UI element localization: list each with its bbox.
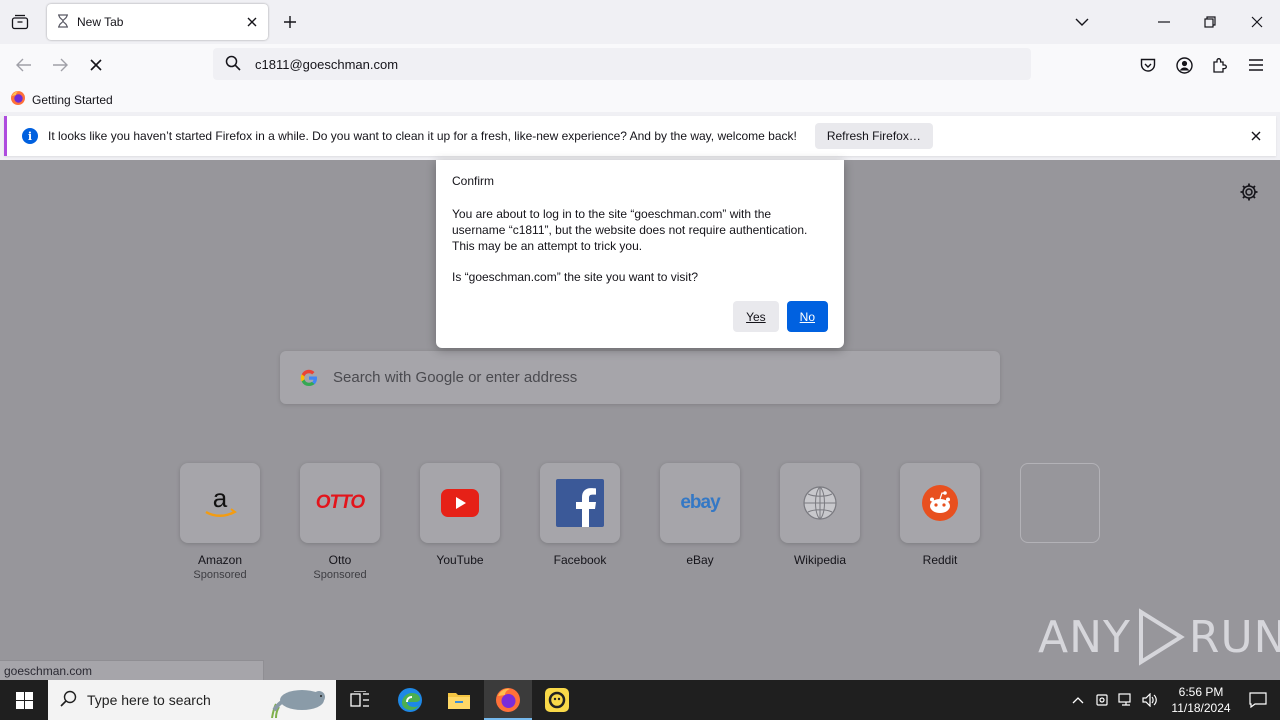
- search-placeholder: Search with Google or enter address: [333, 369, 578, 386]
- pocket-icon[interactable]: [1136, 53, 1160, 77]
- hourglass-icon: [57, 13, 69, 31]
- minimize-window-icon[interactable]: [1152, 10, 1176, 34]
- new-tab-search-box[interactable]: Search with Google or enter address: [280, 351, 1000, 404]
- forward-arrow-icon[interactable]: [48, 53, 72, 77]
- cyberghost-icon[interactable]: [533, 680, 581, 720]
- tile-label: YouTube: [436, 553, 484, 567]
- watermark-text-right: RUN: [1188, 611, 1280, 663]
- taskbar-search-box[interactable]: Type here to search: [48, 680, 336, 720]
- volume-icon[interactable]: [1138, 680, 1162, 720]
- play-triangle-icon: [1138, 608, 1185, 666]
- edge-browser-icon[interactable]: [386, 680, 434, 720]
- tile-otto[interactable]: OTTO Otto Sponsored: [299, 463, 381, 581]
- system-tray: 6:56 PM 11/18/2024: [1066, 680, 1280, 720]
- gear-icon[interactable]: [1239, 182, 1259, 202]
- close-tab-icon[interactable]: [238, 8, 266, 36]
- account-icon[interactable]: [1172, 53, 1196, 77]
- dialog-title: Confirm: [452, 174, 495, 188]
- manatee-illustration-icon: [264, 684, 328, 720]
- youtube-logo-icon: [420, 463, 500, 543]
- tile-youtube[interactable]: YouTube: [419, 463, 501, 567]
- watermark-text-left: ANY: [1038, 611, 1131, 663]
- navigation-toolbar: c1811@goeschman.com: [0, 44, 1280, 86]
- amazon-logo-icon: a: [180, 463, 260, 543]
- tile-ebay[interactable]: ebay eBay: [659, 463, 741, 567]
- notification-center-icon[interactable]: [1236, 680, 1280, 720]
- refresh-firefox-button[interactable]: Refresh Firefox…: [814, 123, 933, 149]
- meet-now-icon[interactable]: [1090, 680, 1114, 720]
- tab-title: New Tab: [77, 15, 124, 29]
- taskbar-clock[interactable]: 6:56 PM 11/18/2024: [1166, 684, 1236, 716]
- tab-manager-icon[interactable]: [8, 10, 32, 34]
- clock-time: 6:56 PM: [1178, 685, 1224, 699]
- close-notification-icon[interactable]: [1248, 128, 1264, 144]
- firefox-logo-icon: [10, 90, 26, 109]
- tile-wikipedia[interactable]: Wikipedia: [779, 463, 861, 567]
- info-icon: i: [22, 128, 38, 144]
- dialog-actions: Yes No: [733, 301, 828, 332]
- tab-strip: New Tab: [0, 0, 1280, 44]
- file-explorer-icon[interactable]: [435, 680, 483, 720]
- extensions-puzzle-icon[interactable]: [1208, 53, 1232, 77]
- confirm-dialog: Confirm You are about to log in to the s…: [436, 160, 844, 348]
- tile-reddit[interactable]: Reddit: [899, 463, 981, 567]
- ebay-logo-text: ebay: [680, 492, 720, 513]
- firefox-taskbar-icon[interactable]: [484, 680, 532, 720]
- bookmark-label: Getting Started: [32, 92, 113, 107]
- tile-amazon[interactable]: a Amazon Sponsored: [179, 463, 261, 581]
- new-tab-plus-icon[interactable]: [278, 10, 302, 34]
- yes-button[interactable]: Yes: [733, 301, 779, 332]
- bookmarks-toolbar: Getting Started: [0, 86, 1280, 112]
- back-arrow-icon[interactable]: [12, 53, 36, 77]
- svg-text:a: a: [213, 485, 228, 513]
- network-icon[interactable]: [1114, 680, 1138, 720]
- dialog-question: Is “goeschman.com” the site you want to …: [452, 270, 699, 284]
- refresh-notification-bar: i It looks like you haven’t started Fire…: [4, 116, 1276, 156]
- list-all-tabs-chevron-icon[interactable]: [1070, 10, 1094, 34]
- ebay-logo-icon: ebay: [660, 463, 740, 543]
- tab-new-tab[interactable]: New Tab: [47, 4, 268, 40]
- task-view-icon[interactable]: [336, 680, 384, 720]
- dialog-body: You are about to log in to the site “goe…: [452, 207, 808, 253]
- windows-taskbar: Type here to search 6:56 PM 11/18/2024: [0, 680, 1280, 720]
- address-bar-value[interactable]: c1811@goeschman.com: [255, 57, 398, 72]
- no-button[interactable]: No: [786, 301, 828, 332]
- anyrun-watermark: ANY RUN: [1038, 608, 1280, 666]
- bookmark-getting-started[interactable]: Getting Started: [10, 90, 113, 109]
- clock-date: 11/18/2024: [1171, 701, 1231, 715]
- tile-label: eBay: [686, 553, 714, 567]
- notification-message: It looks like you haven’t started Firefo…: [48, 129, 797, 143]
- otto-logo-text: OTTO: [315, 492, 365, 513]
- otto-logo-icon: OTTO: [300, 463, 380, 543]
- tile-sponsored-label: Sponsored: [193, 569, 247, 581]
- tile-sponsored-label: Sponsored: [313, 569, 367, 581]
- empty-tile-placeholder: [1020, 463, 1100, 543]
- tile-label: Amazon: [197, 553, 243, 567]
- reddit-logo-icon: [900, 463, 980, 543]
- facebook-logo-icon: [540, 463, 620, 543]
- taskbar-search-placeholder: Type here to search: [87, 692, 211, 708]
- tile-label: Otto: [328, 553, 352, 567]
- tile-label: Facebook: [553, 553, 607, 567]
- windows-start-icon[interactable]: [0, 680, 48, 720]
- tile-empty[interactable]: [1019, 463, 1101, 543]
- address-bar[interactable]: c1811@goeschman.com: [213, 48, 1031, 80]
- tile-label: Wikipedia: [793, 553, 847, 567]
- chevron-up-icon[interactable]: [1066, 680, 1090, 720]
- google-logo-icon: [299, 368, 319, 388]
- search-icon: [225, 55, 241, 74]
- search-icon: [60, 690, 77, 710]
- restore-window-icon[interactable]: [1198, 10, 1222, 34]
- tile-facebook[interactable]: Facebook: [539, 463, 621, 567]
- wikipedia-globe-icon: [780, 463, 860, 543]
- stop-loading-icon[interactable]: [84, 53, 108, 77]
- hamburger-menu-icon[interactable]: [1244, 53, 1268, 77]
- close-window-icon[interactable]: [1245, 10, 1269, 34]
- status-link-preview: goeschman.com: [0, 660, 264, 680]
- tile-label: Reddit: [922, 553, 958, 567]
